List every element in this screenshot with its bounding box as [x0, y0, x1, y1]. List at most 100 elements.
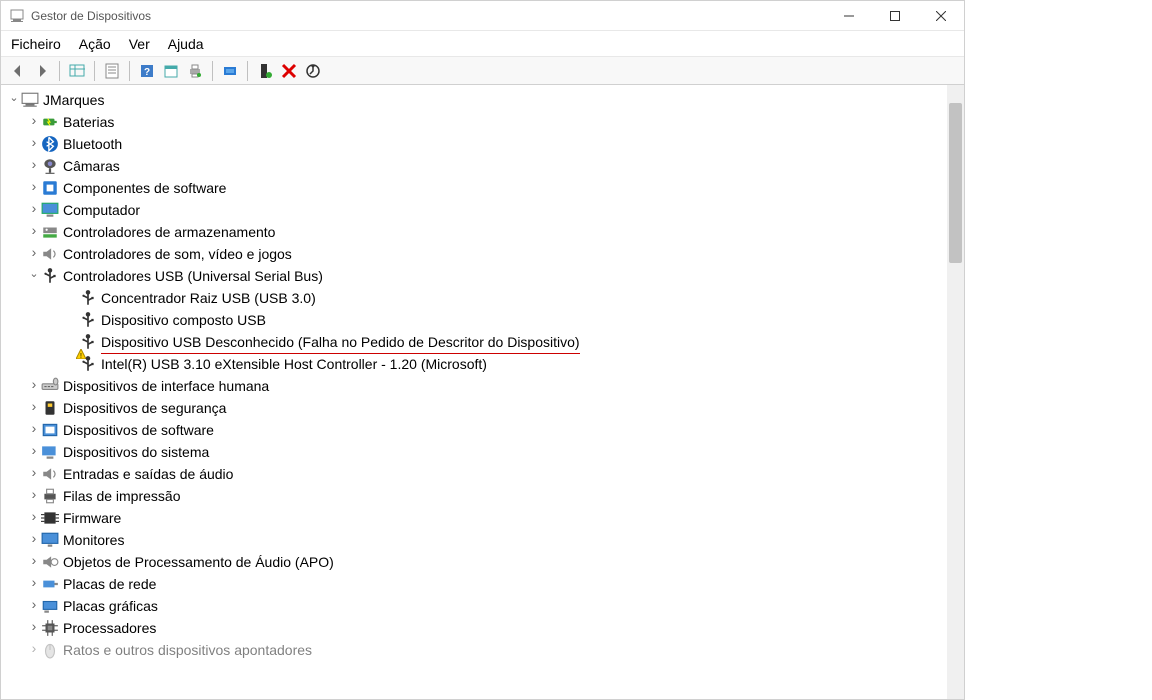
menu-action[interactable]: Ação: [79, 36, 111, 52]
expand-arrow-icon[interactable]: [27, 638, 41, 662]
tree-label: Controladores de som, vídeo e jogos: [63, 243, 292, 265]
tree-item-apo[interactable]: Objetos de Processamento de Áudio (APO): [1, 551, 947, 573]
titlebar-buttons: [826, 1, 964, 30]
tree-label: Ratos e outros dispositivos apontadores: [63, 639, 312, 661]
expand-arrow-icon[interactable]: [27, 374, 41, 398]
calendar-button[interactable]: [160, 60, 182, 82]
tree-item-security-devices[interactable]: Dispositivos de segurança: [1, 397, 947, 419]
menu-view[interactable]: Ver: [129, 36, 150, 52]
usb-icon: !: [79, 333, 97, 351]
tree-item-hid[interactable]: Dispositivos de interface humana: [1, 375, 947, 397]
sound-icon: [41, 245, 59, 263]
tree-item-batteries[interactable]: Baterias: [1, 111, 947, 133]
expand-arrow-icon[interactable]: [27, 110, 41, 134]
tree-item-software-devices[interactable]: Dispositivos de software: [1, 419, 947, 441]
tree-label: Filas de impressão: [63, 485, 181, 507]
tree-item-usb-intel[interactable]: Intel(R) USB 3.10 eXtensible Host Contro…: [1, 353, 947, 375]
help-button[interactable]: ?: [136, 60, 158, 82]
tree-label: Componentes de software: [63, 177, 226, 199]
minimize-button[interactable]: [826, 1, 872, 30]
show-hide-tree-button[interactable]: [66, 60, 88, 82]
svg-text:?: ?: [144, 67, 150, 78]
scan-hardware-button[interactable]: [219, 60, 241, 82]
back-button[interactable]: [7, 60, 29, 82]
tree-item-usb-unknown[interactable]: ! Dispositivo USB Desconhecido (Falha no…: [1, 331, 947, 353]
toolbar-separator: [129, 61, 130, 81]
tree-item-usb-controllers[interactable]: Controladores USB (Universal Serial Bus): [1, 265, 947, 287]
tree-item-sound-controllers[interactable]: Controladores de som, vídeo e jogos: [1, 243, 947, 265]
uninstall-device-button[interactable]: [278, 60, 300, 82]
tree-label: Baterias: [63, 111, 114, 133]
usb-icon: [79, 355, 97, 373]
expand-arrow-icon[interactable]: [27, 572, 41, 596]
software-device-icon: [41, 421, 59, 439]
tree-item-monitors[interactable]: Monitores: [1, 529, 947, 551]
tree-label: Computador: [63, 199, 140, 221]
expand-arrow-icon[interactable]: [27, 220, 41, 244]
tree-item-processors[interactable]: Processadores: [1, 617, 947, 639]
expand-arrow-icon[interactable]: [27, 132, 41, 156]
tree-label: Monitores: [63, 529, 124, 551]
expand-arrow-icon[interactable]: [27, 176, 41, 200]
expand-arrow-icon[interactable]: [27, 198, 41, 222]
device-tree[interactable]: JMarques Baterias Bluetooth: [1, 85, 947, 699]
monitor-icon: [41, 531, 59, 549]
toolbar-separator: [212, 61, 213, 81]
expand-arrow-icon[interactable]: [27, 265, 41, 287]
expand-arrow-icon[interactable]: [27, 506, 41, 530]
expand-arrow-icon[interactable]: [27, 396, 41, 420]
bluetooth-icon: [41, 135, 59, 153]
tree-label: JMarques: [43, 89, 104, 111]
expand-arrow-icon[interactable]: [27, 154, 41, 178]
enable-device-button[interactable]: [254, 60, 276, 82]
window-title: Gestor de Dispositivos: [31, 9, 826, 23]
device-manager-window: Gestor de Dispositivos Ficheiro Ação Ver…: [0, 0, 965, 700]
update-driver-button[interactable]: [302, 60, 324, 82]
menu-file[interactable]: Ficheiro: [11, 36, 61, 52]
tree-label: Dispositivos de software: [63, 419, 214, 441]
tree-item-usb-root-hub[interactable]: Concentrador Raiz USB (USB 3.0): [1, 287, 947, 309]
forward-button[interactable]: [31, 60, 53, 82]
tree-item-storage-controllers[interactable]: Controladores de armazenamento: [1, 221, 947, 243]
expand-arrow-icon[interactable]: [7, 89, 21, 111]
expand-arrow-icon[interactable]: [27, 440, 41, 464]
tree-label: Placas gráficas: [63, 595, 158, 617]
scrollbar-thumb[interactable]: [949, 103, 962, 263]
properties-button[interactable]: [101, 60, 123, 82]
printer-icon: [41, 487, 59, 505]
tree-label: Dispositivos do sistema: [63, 441, 209, 463]
vertical-scrollbar[interactable]: [947, 85, 964, 699]
tree-item-system-devices[interactable]: Dispositivos do sistema: [1, 441, 947, 463]
tree-item-mice[interactable]: Ratos e outros dispositivos apontadores: [1, 639, 947, 661]
network-adapter-icon: [41, 575, 59, 593]
tree-label: Entradas e saídas de áudio: [63, 463, 233, 485]
maximize-button[interactable]: [872, 1, 918, 30]
tree-item-audio-io[interactable]: Entradas e saídas de áudio: [1, 463, 947, 485]
expand-arrow-icon[interactable]: [27, 550, 41, 574]
tree-root[interactable]: JMarques: [1, 89, 947, 111]
tree-item-bluetooth[interactable]: Bluetooth: [1, 133, 947, 155]
processor-icon: [41, 619, 59, 637]
expand-arrow-icon[interactable]: [27, 594, 41, 618]
close-button[interactable]: [918, 1, 964, 30]
menubar: Ficheiro Ação Ver Ajuda: [1, 31, 964, 57]
camera-icon: [41, 157, 59, 175]
expand-arrow-icon[interactable]: [27, 616, 41, 640]
tree-item-software-components[interactable]: Componentes de software: [1, 177, 947, 199]
tree-item-network-adapters[interactable]: Placas de rede: [1, 573, 947, 595]
expand-arrow-icon[interactable]: [27, 418, 41, 442]
tree-item-firmware[interactable]: Firmware: [1, 507, 947, 529]
tree-item-cameras[interactable]: Câmaras: [1, 155, 947, 177]
print-button[interactable]: [184, 60, 206, 82]
tree-item-display-adapters[interactable]: Placas gráficas: [1, 595, 947, 617]
expand-arrow-icon[interactable]: [27, 484, 41, 508]
expand-arrow-icon[interactable]: [27, 462, 41, 486]
expand-arrow-icon[interactable]: [27, 242, 41, 266]
tree-item-computer[interactable]: Computador: [1, 199, 947, 221]
expand-arrow-icon[interactable]: [27, 528, 41, 552]
tree-item-usb-composite[interactable]: Dispositivo composto USB: [1, 309, 947, 331]
tree-label: Dispositivo composto USB: [101, 309, 266, 331]
menu-help[interactable]: Ajuda: [168, 36, 204, 52]
tree-item-print-queues[interactable]: Filas de impressão: [1, 485, 947, 507]
firmware-icon: [41, 509, 59, 527]
